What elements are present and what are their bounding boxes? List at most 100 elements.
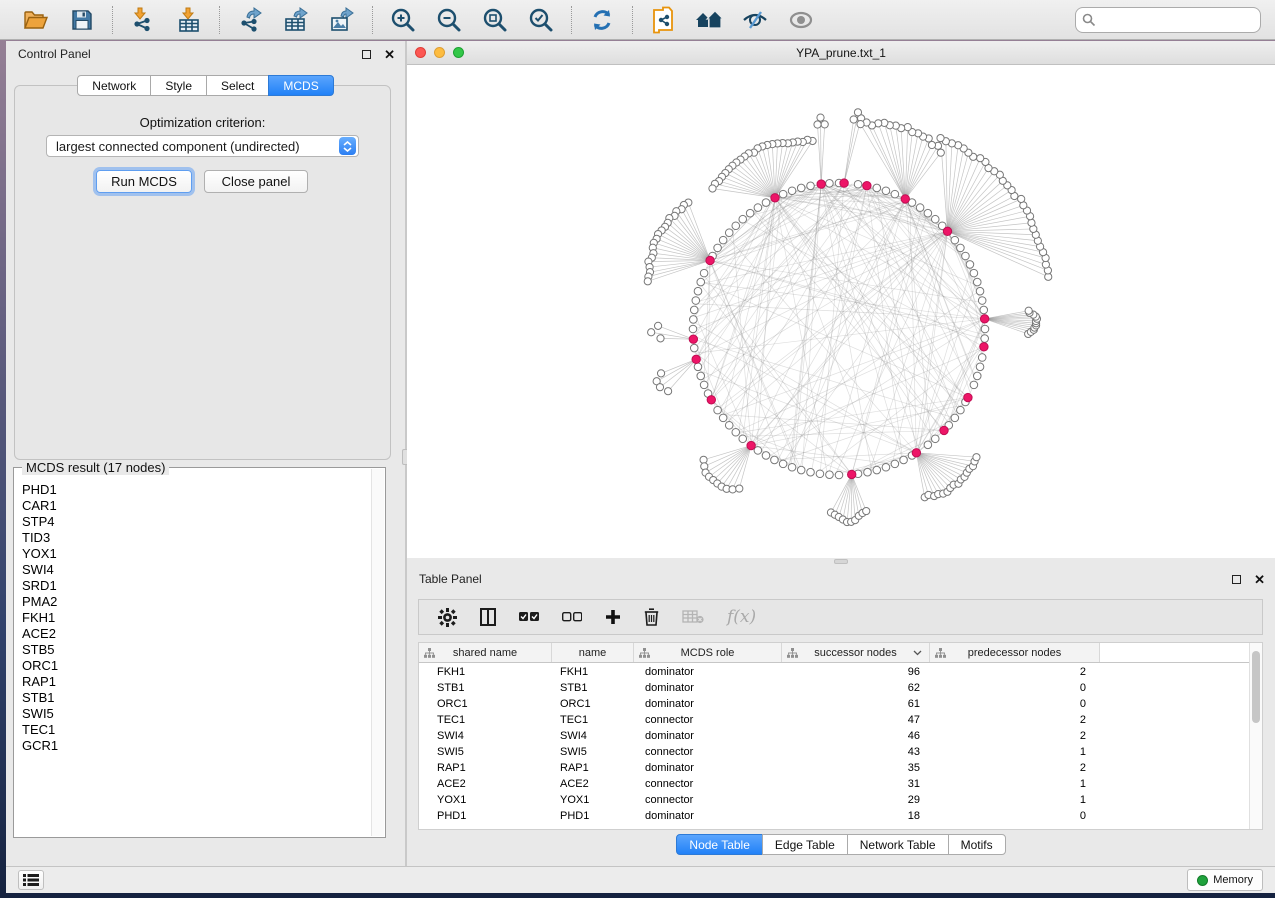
show-panels-button[interactable]: [785, 4, 817, 36]
optimization-criterion-select[interactable]: largest connected component (undirected): [46, 135, 359, 157]
result-list-item[interactable]: FKH1: [22, 610, 370, 626]
zoom-out-icon: [436, 7, 462, 33]
result-list-item[interactable]: YOX1: [22, 546, 370, 562]
table-cell: 2: [930, 728, 1100, 744]
result-list-item[interactable]: PHD1: [22, 482, 370, 498]
column-header-successor-nodes[interactable]: successor nodes: [782, 643, 930, 662]
close-panel-icon[interactable]: ✕: [1254, 573, 1265, 586]
table-row[interactable]: RAP1RAP1dominator352: [419, 760, 1249, 776]
table-row[interactable]: YOX1YOX1connector291: [419, 792, 1249, 808]
result-list-item[interactable]: GCR1: [22, 738, 370, 754]
network-list-button[interactable]: [18, 870, 44, 890]
splitter-grip-icon[interactable]: [834, 559, 848, 564]
tab-edge-table[interactable]: Edge Table: [762, 834, 848, 855]
result-list-item[interactable]: STP4: [22, 514, 370, 530]
table-row[interactable]: STB1STB1dominator620: [419, 680, 1249, 696]
table-row[interactable]: TEC1TEC1connector472: [419, 712, 1249, 728]
table-row[interactable]: SWI5SWI5connector431: [419, 744, 1249, 760]
table-cell: 1: [930, 744, 1100, 760]
columns-icon: [480, 608, 496, 626]
refresh-layout-button[interactable]: [586, 4, 618, 36]
create-column-button[interactable]: [605, 605, 621, 629]
table-panel-title: Table Panel: [417, 572, 1232, 586]
table-row[interactable]: PHD1PHD1dominator180: [419, 808, 1249, 824]
node-table-header: shared name name MCDS role successor nod…: [419, 643, 1262, 663]
table-cell: ORC1: [552, 696, 634, 712]
table-cell: 18: [782, 808, 930, 824]
tab-network[interactable]: Network: [77, 75, 151, 96]
tab-network-table[interactable]: Network Table: [847, 834, 949, 855]
import-network-button[interactable]: [127, 4, 159, 36]
column-header-predecessor-nodes[interactable]: predecessor nodes: [930, 643, 1100, 662]
toolbar-separator: [372, 6, 373, 34]
result-list-item[interactable]: TID3: [22, 530, 370, 546]
table-cell: 31: [782, 776, 930, 792]
column-header-mcds-role[interactable]: MCDS role: [634, 643, 782, 662]
table-scrollbar[interactable]: [1249, 643, 1262, 829]
table-row[interactable]: ACE2ACE2connector311: [419, 776, 1249, 792]
network-document-button[interactable]: [647, 4, 679, 36]
table-row[interactable]: FKH1FKH1dominator962: [419, 664, 1249, 680]
zoom-out-button[interactable]: [433, 4, 465, 36]
result-list-item[interactable]: SWI4: [22, 562, 370, 578]
eye-icon: [787, 8, 815, 32]
hide-panels-button[interactable]: [739, 4, 771, 36]
save-session-button[interactable]: [66, 4, 98, 36]
tab-select[interactable]: Select: [206, 75, 269, 96]
right-region: YPA_prune.txt_1 Table Panel ✕: [407, 41, 1275, 866]
float-panel-icon[interactable]: [1232, 575, 1241, 584]
table-row[interactable]: ORC1ORC1dominator610: [419, 696, 1249, 712]
deselect-all-columns-button[interactable]: [562, 605, 582, 629]
zoom-in-button[interactable]: [387, 4, 419, 36]
table-row[interactable]: SWI4SWI4dominator462: [419, 728, 1249, 744]
trash-icon: [644, 608, 659, 626]
result-list-item[interactable]: SWI5: [22, 706, 370, 722]
export-network-button[interactable]: [234, 4, 266, 36]
column-header-name[interactable]: name: [552, 643, 634, 662]
open-file-button[interactable]: [20, 4, 52, 36]
close-panel-button[interactable]: Close panel: [204, 170, 308, 193]
zoom-selected-button[interactable]: [525, 4, 557, 36]
import-table-button[interactable]: [173, 4, 205, 36]
result-list-item[interactable]: PMA2: [22, 594, 370, 610]
tab-motifs[interactable]: Motifs: [948, 834, 1006, 855]
hierarchy-icon: [424, 648, 435, 658]
home-networks-button[interactable]: [693, 4, 725, 36]
network-canvas[interactable]: [407, 65, 1275, 558]
export-table-button[interactable]: [280, 4, 312, 36]
result-list-item[interactable]: STB1: [22, 690, 370, 706]
result-list-item[interactable]: SRD1: [22, 578, 370, 594]
result-list-item[interactable]: TEC1: [22, 722, 370, 738]
header-filler: [1100, 643, 1262, 662]
result-list-item[interactable]: CAR1: [22, 498, 370, 514]
table-settings-button[interactable]: [438, 605, 457, 629]
control-panel: Control Panel ✕ Network Style Select MCD…: [6, 41, 405, 866]
column-label: successor nodes: [814, 647, 897, 659]
column-layout-button[interactable]: [480, 605, 496, 629]
result-list-item[interactable]: ACE2: [22, 626, 370, 642]
close-panel-icon[interactable]: ✕: [384, 48, 395, 61]
table-cell: FKH1: [552, 664, 634, 680]
tab-mcds[interactable]: MCDS: [268, 75, 333, 96]
select-all-columns-button[interactable]: [519, 605, 539, 629]
memory-button[interactable]: Memory: [1187, 869, 1263, 891]
tab-style[interactable]: Style: [150, 75, 207, 96]
column-header-shared-name[interactable]: shared name: [419, 643, 552, 662]
tab-node-table[interactable]: Node Table: [676, 834, 763, 855]
result-list-item[interactable]: STB5: [22, 642, 370, 658]
network-view-titlebar: YPA_prune.txt_1: [407, 41, 1275, 65]
search-input[interactable]: [1075, 7, 1261, 33]
table-panel-splitter[interactable]: [407, 558, 1275, 566]
result-list-item[interactable]: RAP1: [22, 674, 370, 690]
delete-column-button[interactable]: [644, 605, 659, 629]
toolbar-separator: [112, 6, 113, 34]
function-builder-button: f(x): [727, 605, 756, 629]
zoom-fit-button[interactable]: [479, 4, 511, 36]
scrollbar-thumb[interactable]: [1252, 651, 1260, 723]
run-mcds-button[interactable]: Run MCDS: [96, 170, 192, 193]
float-panel-icon[interactable]: [362, 50, 371, 59]
result-list-scrollbar[interactable]: [371, 469, 384, 836]
export-image-button[interactable]: [326, 4, 358, 36]
result-list-item[interactable]: ORC1: [22, 658, 370, 674]
import-network-icon: [130, 7, 156, 33]
